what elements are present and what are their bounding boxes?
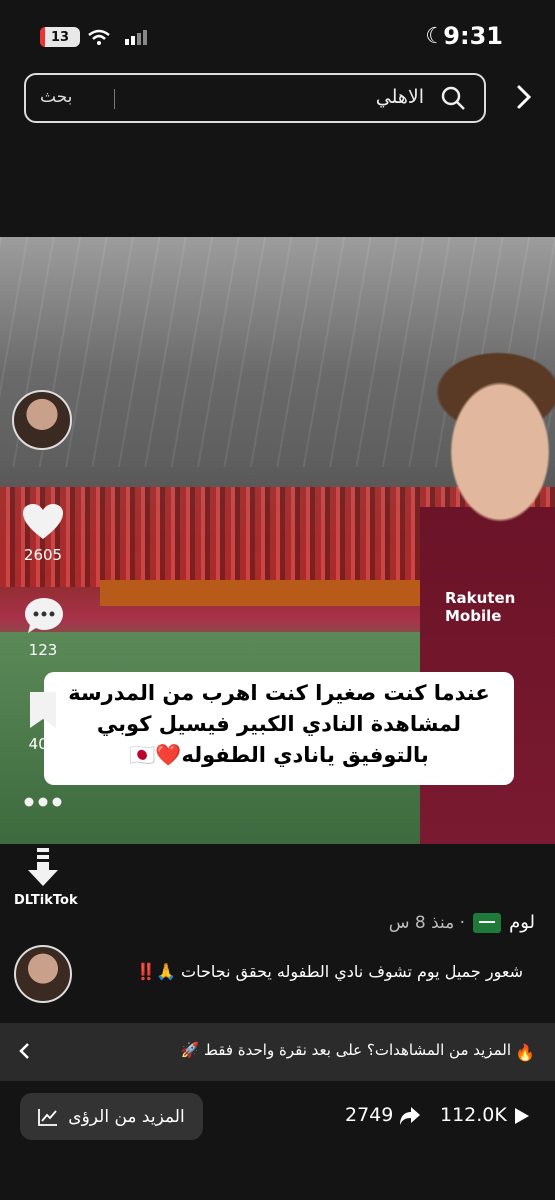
promote-bar[interactable]: 🔥 المزيد من المشاهدات؟ على بعد نقرة واحد…: [0, 1023, 555, 1081]
search-button[interactable]: بحث: [40, 87, 72, 107]
promote-text: المزيد من المشاهدات؟ على بعد نقرة واحدة …: [180, 1041, 511, 1059]
jersey-sponsor: Rakuten Mobile: [445, 589, 516, 625]
video-caption: عندما كنت صغيرا كنت اهرب من المدرسة لمشا…: [44, 672, 514, 785]
status-bar: 13 ☾ 9:31: [0, 0, 555, 72]
chevron-left-icon[interactable]: [18, 1043, 30, 1059]
more-options-icon[interactable]: [24, 796, 62, 808]
view-count: 112.0K: [440, 1104, 507, 1126]
share-icon[interactable]: [399, 1106, 421, 1126]
bookmark-icon[interactable]: [28, 690, 58, 730]
comment-count: 123: [28, 641, 58, 659]
post-header: لوم · منذ 8 س: [389, 912, 535, 933]
flame-icon: 🔥: [515, 1043, 535, 1062]
save-count: 403: [28, 735, 58, 753]
search-input[interactable]: الاهلي: [376, 86, 424, 108]
insights-label: المزيد من الرؤى: [68, 1106, 185, 1127]
chevron-right-icon[interactable]: [510, 83, 538, 111]
download-icon[interactable]: [26, 848, 60, 888]
username[interactable]: لوم: [509, 912, 535, 933]
chart-icon: [38, 1108, 58, 1126]
post-comment: شعور جميل يوم تشوف نادي الطفوله يحقق نجا…: [136, 962, 523, 981]
wifi-icon: [88, 29, 110, 45]
search-divider: [114, 89, 115, 109]
like-count: 2605: [23, 546, 63, 564]
heart-icon[interactable]: [22, 503, 64, 541]
caption-line: بالتوفيق يانادي الطفوله❤️🇯🇵: [129, 743, 429, 767]
caption-line: عندما كنت صغيرا كنت اهرب من المدرسة: [68, 681, 490, 705]
play-icon: [515, 1108, 529, 1124]
battery-level: 13: [50, 29, 70, 45]
search-icon: [441, 86, 465, 110]
caption-line: لمشاهدة النادي الكبير فيسيل كوبي: [96, 712, 462, 736]
signal-icon: [125, 30, 147, 45]
search-bar[interactable]: بحث الاهلي: [24, 73, 486, 123]
post-time: · منذ 8 س: [388, 912, 466, 933]
stadium-banner: [100, 580, 430, 606]
download-label[interactable]: DLTikTok: [14, 893, 78, 908]
battery-indicator: 13: [40, 27, 80, 47]
insights-button[interactable]: المزيد من الرؤى: [20, 1093, 203, 1140]
saudi-flag-icon: [473, 912, 502, 933]
moon-icon: ☾: [425, 24, 445, 49]
share-count: 2749: [345, 1104, 394, 1126]
comment-icon[interactable]: [23, 596, 65, 636]
commenter-avatar[interactable]: [14, 945, 72, 1003]
clock: 9:31: [443, 22, 503, 50]
creator-avatar[interactable]: [12, 390, 72, 450]
